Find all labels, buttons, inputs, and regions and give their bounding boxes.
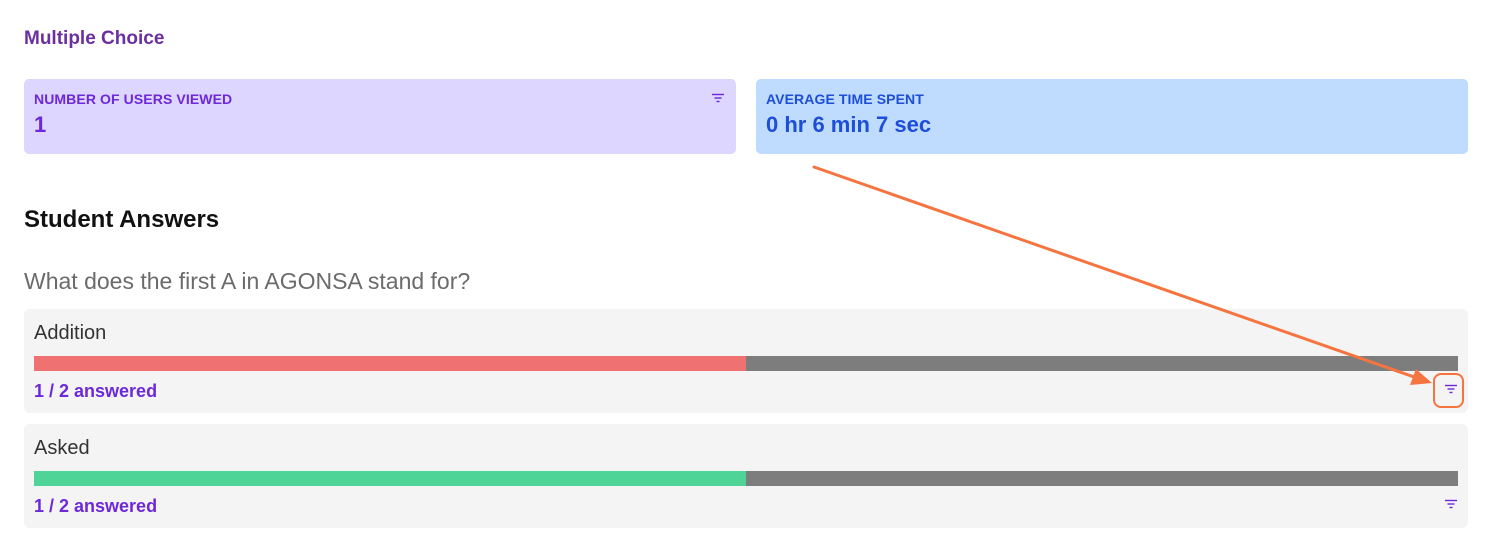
answer-progress-bar (34, 471, 1458, 486)
answer-progress-fill (34, 471, 746, 486)
average-time-value: 0 hr 6 min 7 sec (766, 112, 932, 137)
option-label: Asked (34, 437, 90, 459)
answer-progress-bar (34, 356, 1458, 371)
answer-option-addition: Addition 1 / 2 answered (24, 309, 1468, 413)
page: Multiple Choice NUMBER OF USERS VIEWED 1… (0, 0, 1490, 542)
answered-count: 1 / 2 answered (34, 381, 158, 401)
users-viewed-card: NUMBER OF USERS VIEWED 1 (24, 79, 736, 154)
users-viewed-value: 1 (34, 112, 47, 137)
average-time-card: AVERAGE TIME SPENT 0 hr 6 min 7 sec (756, 79, 1468, 154)
section-title: Multiple Choice (24, 28, 165, 49)
filter-icon[interactable] (712, 93, 724, 103)
average-time-label: AVERAGE TIME SPENT (766, 91, 924, 107)
users-viewed-label: NUMBER OF USERS VIEWED (34, 91, 233, 107)
option-label: Addition (34, 322, 107, 344)
question-text: What does the first A in AGONSA stand fo… (24, 268, 471, 294)
filter-icon[interactable] (1445, 499, 1457, 509)
answer-progress-fill (34, 356, 746, 371)
student-answers-heading: Student Answers (24, 206, 220, 233)
answer-option-asked: Asked 1 / 2 answered (24, 424, 1468, 528)
answered-count: 1 / 2 answered (34, 496, 158, 516)
annotation-highlight-ring (1433, 373, 1464, 408)
